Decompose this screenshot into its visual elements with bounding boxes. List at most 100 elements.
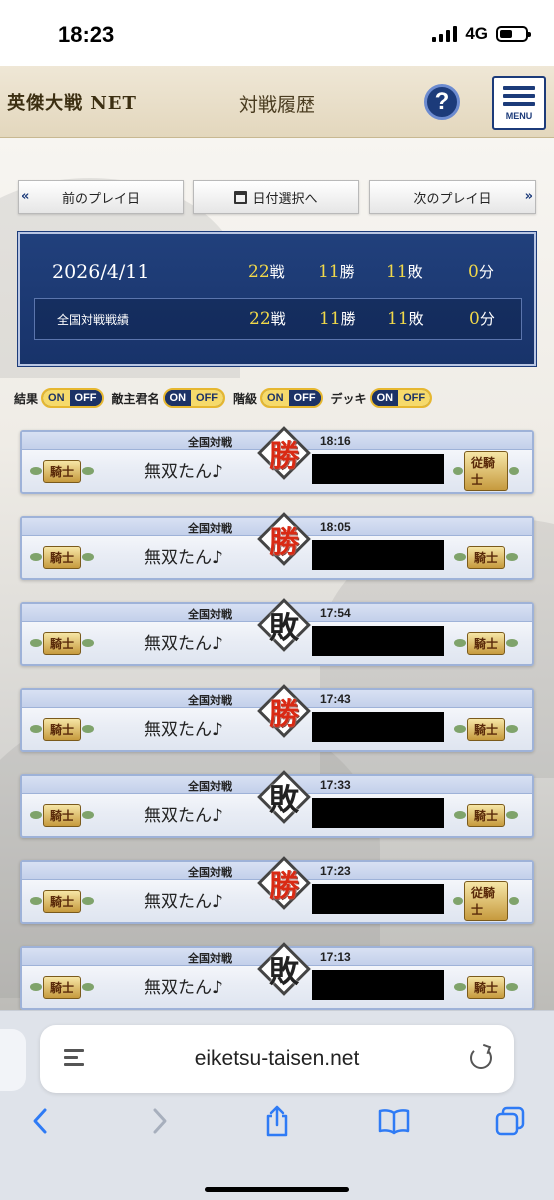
opponent-name-redacted (312, 540, 444, 570)
toggle-group: 階級 ON OFF (233, 388, 323, 408)
opponent-rank-badge: 従騎士 (452, 451, 520, 491)
back-button[interactable] (20, 1103, 60, 1139)
opponent-name-redacted (312, 454, 444, 484)
wins-count: 11 (318, 262, 340, 282)
national-battles-count: 22 (249, 309, 271, 329)
result-text: 勝 (269, 697, 299, 732)
signal-icon (432, 26, 458, 42)
opponent-name-redacted (312, 626, 444, 656)
toggle-switch[interactable]: ON OFF (369, 388, 433, 408)
chevron-left-icon (33, 1108, 47, 1134)
forward-button[interactable] (140, 1103, 180, 1139)
opponent-rank: 従騎士 (464, 451, 508, 491)
share-icon (266, 1105, 288, 1137)
national-losses-count: 11 (387, 309, 409, 329)
toggle-on-option[interactable]: ON (371, 390, 399, 406)
opponent-rank: 騎士 (466, 803, 505, 827)
result-text: 敗 (269, 955, 299, 990)
player-name: 無双たん♪ (144, 548, 223, 568)
battle-mode: 全国対戦 (188, 694, 232, 707)
battle-row[interactable]: 全国対戦 18:05 騎士 無双たん♪ 勝騎士 (20, 512, 534, 580)
toggle-off-option[interactable]: OFF (398, 390, 431, 406)
result-badge: 敗 (257, 770, 311, 824)
player-rank-badge: 騎士 (28, 886, 96, 916)
opponent-rank-badge: 騎士 (452, 628, 520, 658)
opponent-rank-badge: 騎士 (452, 542, 520, 572)
next-play-day-button[interactable]: 次のプレイ日 » (369, 180, 536, 214)
date-select-button[interactable]: 日付選択へ (193, 180, 359, 214)
address-bar[interactable]: eiketsu-taisen.net (40, 1025, 514, 1093)
toggle-off-option[interactable]: OFF (191, 390, 224, 406)
toggle-switch[interactable]: ON OFF (260, 388, 323, 408)
toggle-off-option[interactable]: OFF (69, 390, 102, 406)
battle-time: 17:13 (320, 950, 351, 964)
opponent-name-redacted (312, 970, 444, 1000)
player-rank-badge: 騎士 (28, 800, 96, 830)
share-button[interactable] (257, 1103, 297, 1139)
prev-play-day-button[interactable]: « 前のプレイ日 (18, 180, 184, 214)
status-time: 18:23 (58, 22, 115, 47)
summary-date: 2026/4/11 (52, 261, 150, 283)
help-button[interactable]: ? (424, 84, 460, 120)
chevron-right-icon: » (524, 189, 533, 204)
opponent-rank-badge: 従騎士 (452, 881, 520, 921)
player-name: 無双たん♪ (144, 720, 223, 740)
toggle-group: 敵主君名 ON OFF (112, 388, 226, 408)
opponent-rank: 騎士 (466, 717, 505, 741)
battle-mode: 全国対戦 (188, 952, 232, 965)
calendar-icon (234, 190, 248, 204)
browser-toolbar (0, 1099, 554, 1143)
battle-mode: 全国対戦 (188, 866, 232, 879)
result-badge: 勝 (257, 512, 311, 566)
toggle-off-option[interactable]: OFF (288, 390, 321, 406)
toggle-label: 階級 (233, 391, 258, 406)
bookmarks-button[interactable] (374, 1103, 414, 1139)
losses-count: 11 (386, 262, 408, 282)
battle-row[interactable]: 全国対戦 17:23 騎士 無双たん♪ 勝 従騎士 (20, 856, 534, 924)
opponent-name-redacted (312, 798, 444, 828)
status-indicators: 4G (432, 24, 531, 44)
hamburger-icon (503, 85, 535, 90)
result-badge: 勝 (257, 684, 311, 738)
opponent-name-redacted (312, 884, 444, 914)
result-text: 敗 (269, 783, 299, 818)
menu-button[interactable]: MENU (492, 76, 546, 130)
toggle-on-option[interactable]: ON (43, 390, 70, 406)
battle-row[interactable]: 全国対戦 17:54 騎士 無双たん♪ 敗騎士 (20, 598, 534, 666)
player-rank-badge: 騎士 (28, 456, 96, 486)
battle-time: 17:23 (320, 864, 351, 878)
toggle-on-option[interactable]: ON (164, 390, 192, 406)
player-rank: 騎士 (42, 803, 81, 827)
status-bar: 18:23 4G (0, 0, 554, 66)
battle-time: 18:16 (320, 434, 351, 448)
battle-row[interactable]: 全国対戦 17:13 騎士 無双たん♪ 敗騎士 (20, 942, 534, 1010)
tabs-button[interactable] (490, 1103, 530, 1139)
result-badge: 勝 (257, 856, 311, 910)
tabs-icon (495, 1106, 525, 1136)
battle-summary: 2026/4/11 22戦 11勝 11敗 0分 全国対戦戦績 22戦 11勝 … (18, 232, 536, 366)
reload-icon[interactable] (470, 1047, 492, 1069)
toggle-switch[interactable]: ON OFF (162, 388, 226, 408)
menu-label: MENU (505, 110, 533, 121)
battle-mode: 全国対戦 (188, 522, 232, 535)
toggle-on-option[interactable]: ON (262, 390, 289, 406)
opponent-rank-badge: 騎士 (452, 800, 520, 830)
player-rank: 騎士 (42, 975, 81, 999)
battle-time: 17:54 (320, 606, 351, 620)
toggle-label: デッキ (330, 391, 367, 406)
battle-row[interactable]: 全国対戦 18:16 騎士 無双たん♪ 勝 従騎士 (20, 426, 534, 494)
main-content: « 前のプレイ日 日付選択へ 次のプレイ日 » 2026/4/11 22戦 11… (0, 138, 554, 1010)
display-toggles: 結果 ON OFF 敵主君名 ON OFF 階級 ON OFF デッキ ON OFF (14, 386, 544, 410)
player-rank-badge: 騎士 (28, 972, 96, 1002)
page-title: 対戦履歴 (238, 94, 315, 116)
home-indicator (205, 1187, 349, 1192)
previous-tab-edge[interactable] (0, 1029, 26, 1091)
battle-row[interactable]: 全国対戦 17:33 騎士 無双たん♪ 敗騎士 (20, 770, 534, 838)
player-name: 無双たん♪ (144, 806, 223, 826)
battle-row[interactable]: 全国対戦 17:43 騎士 無双たん♪ 勝騎士 (20, 684, 534, 752)
opponent-rank: 騎士 (466, 975, 505, 999)
toggle-switch[interactable]: ON OFF (41, 388, 104, 408)
browser-chrome: eiketsu-taisen.net (0, 1010, 554, 1200)
toggle-label: 敵主君名 (111, 391, 160, 406)
chevron-right-icon (153, 1108, 167, 1134)
